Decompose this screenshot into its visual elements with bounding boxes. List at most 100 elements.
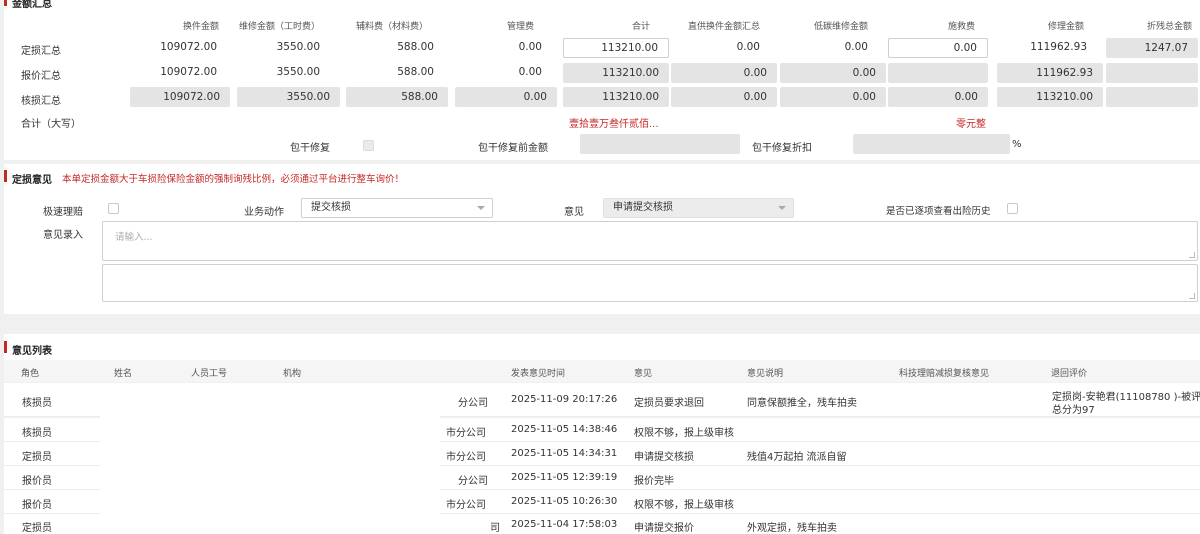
section-marker <box>4 0 7 6</box>
verify-labor-field: 3550.00 <box>237 87 340 107</box>
cell-role: 核损员 <box>22 398 52 409</box>
verify-total-field: 113210.00 <box>563 87 669 107</box>
lump-sum-label: 包干修复 <box>290 143 330 154</box>
quick-claim-label: 极速理赔 <box>43 207 83 218</box>
verify-direct-parts-field: 0.00 <box>671 87 777 107</box>
history-checkbox[interactable] <box>1007 203 1018 214</box>
verify-parts-field: 109072.00 <box>130 87 230 107</box>
opinion-extra-textarea[interactable] <box>102 264 1198 302</box>
col-header-direct-parts: 直供换件金额汇总 <box>687 22 760 32</box>
opinion-list-panel <box>4 334 1200 360</box>
verify-material-field: 588.00 <box>346 87 448 107</box>
biz-action-value: 提交核损 <box>311 202 351 213</box>
verify-mgmt-fee-field: 0.00 <box>455 87 557 107</box>
cell-return-eval-score: 总分为97 <box>1052 405 1095 416</box>
cell-note: 残值4万起拍 流派自留 <box>747 452 847 463</box>
lump-sum-checkbox[interactable] <box>363 140 374 151</box>
th-review: 科技理赔减损复核意见 <box>899 369 990 379</box>
opinion-title: 定损意见 <box>12 175 52 186</box>
cell-time: 2025-11-09 20:17:26 <box>511 394 618 405</box>
row-label-quote: 报价汇总 <box>21 71 61 82</box>
cell-org: 市分公司 <box>446 452 486 463</box>
verify-low-carbon-field: 0.00 <box>780 87 886 107</box>
cell-time: 2025-11-05 14:34:31 <box>511 448 618 459</box>
assess-material: 588.00 <box>397 41 434 53</box>
quick-claim-checkbox[interactable] <box>108 203 119 214</box>
cell-opinion: 权限不够，报上级审核 <box>634 500 734 511</box>
lump-sum-discount-field <box>853 134 1010 154</box>
opinion-list-title: 意见列表 <box>12 346 52 357</box>
assess-mgmt-fee: 0.00 <box>518 41 542 53</box>
resize-handle-icon[interactable] <box>1189 293 1195 299</box>
salvage-caps-value: 零元整 <box>956 119 986 130</box>
cell-time: 2025-11-05 14:38:46 <box>511 424 618 435</box>
section-marker <box>4 341 7 353</box>
col-header-labor: 维修金额（工时费） <box>238 22 320 32</box>
quote-parts: 109072.00 <box>160 66 217 78</box>
col-header-parts: 换件金额 <box>182 22 219 32</box>
th-return-eval: 退回评价 <box>1051 369 1088 379</box>
cell-org: 市分公司 <box>446 500 486 511</box>
row-label-assess: 定损汇总 <box>21 46 61 57</box>
lump-sum-before-label: 包干修复前金额 <box>478 143 548 154</box>
history-label: 是否已逐项查看出险历史 <box>886 206 991 217</box>
cell-role: 核损员 <box>22 428 52 439</box>
total-caps-label: 合计（大写） <box>21 119 81 130</box>
quote-labor: 3550.00 <box>276 66 320 78</box>
cell-org: 市分公司 <box>446 428 486 439</box>
cell-role: 报价员 <box>22 476 52 487</box>
assess-parts: 109072.00 <box>160 41 217 53</box>
cell-role: 报价员 <box>22 500 52 511</box>
cell-opinion: 报价完毕 <box>634 476 674 487</box>
percent-sign: % <box>1012 139 1022 150</box>
opinion-entry-textarea[interactable]: 请输入... <box>102 221 1198 261</box>
col-header-material: 辅料费（材料费） <box>355 22 428 32</box>
opinion-select[interactable]: 申请提交核损 <box>603 198 794 218</box>
assess-rescue-fee-field[interactable]: 0.00 <box>888 38 988 58</box>
cell-note: 外观定损，残车拍卖 <box>747 523 837 534</box>
th-staff-id: 人员工号 <box>191 369 228 379</box>
cell-org: 司 <box>490 523 500 534</box>
assess-labor: 3550.00 <box>276 41 320 53</box>
col-header-mgmt-fee: 管理费 <box>506 22 534 32</box>
col-header-total: 合计 <box>631 22 650 32</box>
biz-action-label: 业务动作 <box>244 207 284 218</box>
quote-low-carbon-field: 0.00 <box>780 63 886 83</box>
quote-total-field: 113210.00 <box>563 63 669 83</box>
cell-opinion: 定损员要求退回 <box>634 398 704 409</box>
assess-direct-parts: 0.00 <box>736 41 760 53</box>
quote-repair-field: 111962.93 <box>997 63 1103 83</box>
lump-sum-before-field <box>580 134 740 154</box>
section-marker <box>4 170 7 182</box>
cell-org: 分公司 <box>458 476 488 487</box>
resize-handle-icon[interactable] <box>1189 252 1195 258</box>
verify-rescue-fee-field: 0.00 <box>888 87 988 107</box>
row-label-verify: 核损汇总 <box>21 96 61 107</box>
opinion-select-value: 申请提交核损 <box>613 202 673 213</box>
chevron-down-icon <box>477 206 485 210</box>
assess-salvage-field: 1247.07 <box>1106 38 1198 58</box>
th-note: 意见说明 <box>747 369 784 379</box>
biz-action-select[interactable]: 提交核损 <box>301 198 493 218</box>
opinion-table-header: 角色 姓名 人员工号 机构 发表意见时间 意见 意见说明 科技理赔减损复核意见 … <box>4 360 1200 382</box>
quote-material: 588.00 <box>397 66 434 78</box>
assess-total-field[interactable]: 113210.00 <box>563 38 669 58</box>
verify-repair-field: 113210.00 <box>997 87 1103 107</box>
lump-sum-discount-label: 包干修复折扣 <box>752 143 812 154</box>
total-caps-value: 壹拾壹万叁仟贰佰... <box>569 119 659 130</box>
amount-summary-title: 金额汇总 <box>12 0 52 10</box>
cell-time: 2025-11-05 12:39:19 <box>511 472 618 483</box>
opinion-entry-label: 意见录入 <box>43 230 83 241</box>
cell-org: 分公司 <box>458 398 488 409</box>
verify-salvage-field <box>1106 87 1198 107</box>
redaction-mask <box>100 383 440 531</box>
col-header-rescue-fee: 施救费 <box>947 22 975 32</box>
opinion-entry-placeholder: 请输入... <box>115 232 153 243</box>
th-time: 发表意见时间 <box>511 369 566 379</box>
col-header-repair: 修理金额 <box>1047 22 1084 32</box>
quote-rescue-fee-field <box>888 63 988 83</box>
cell-time: 2025-11-04 17:58:03 <box>511 519 618 530</box>
th-opinion: 意见 <box>634 369 653 379</box>
quote-mgmt-fee: 0.00 <box>518 66 542 78</box>
th-org: 机构 <box>283 369 302 379</box>
